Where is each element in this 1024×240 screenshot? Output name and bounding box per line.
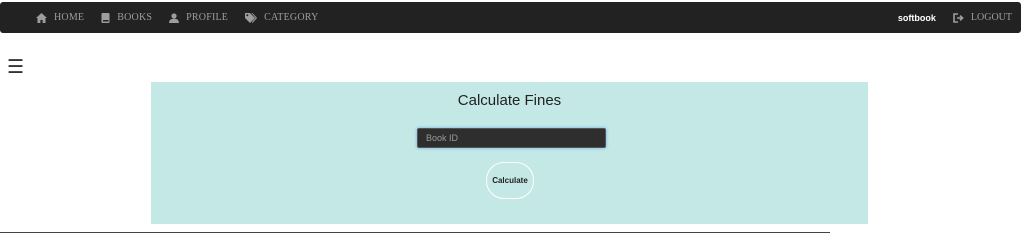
panel-title: Calculate Fines [457,92,562,109]
nav-item-profile[interactable]: PROFILE [169,12,228,23]
nav-item-label: BOOKS [117,12,153,23]
nav-item-label: PROFILE [186,12,229,23]
nav-item-books[interactable]: BOOKS [101,12,152,23]
book-id-input[interactable] [417,128,606,148]
book-icon [101,12,110,23]
nav-menu: HOME BOOKS PROFILE CATEGORY [36,2,336,33]
nav-item-home[interactable]: HOME [36,12,84,23]
logout-label: LOGOUT [970,12,1012,23]
user-icon [169,12,180,23]
hamburger-icon[interactable]: ☰ [7,58,24,77]
nav-item-category[interactable]: CATEGORY [245,12,318,23]
tag-icon [245,12,258,23]
logout-link[interactable]: LOGOUT [953,12,1012,23]
nav-right: softbook LOGOUT [898,2,1012,33]
logout-icon [953,12,964,23]
calculate-button[interactable]: Calculate [486,162,534,199]
calculate-fines-panel: Calculate Fines Calculate [151,82,868,224]
top-navbar: HOME BOOKS PROFILE CATEGORY softbook LOG… [0,2,1021,33]
home-icon [36,12,47,23]
divider [0,232,830,233]
brand-name[interactable]: softbook [898,13,936,23]
nav-item-label: HOME [54,12,85,23]
nav-item-label: CATEGORY [264,12,319,23]
